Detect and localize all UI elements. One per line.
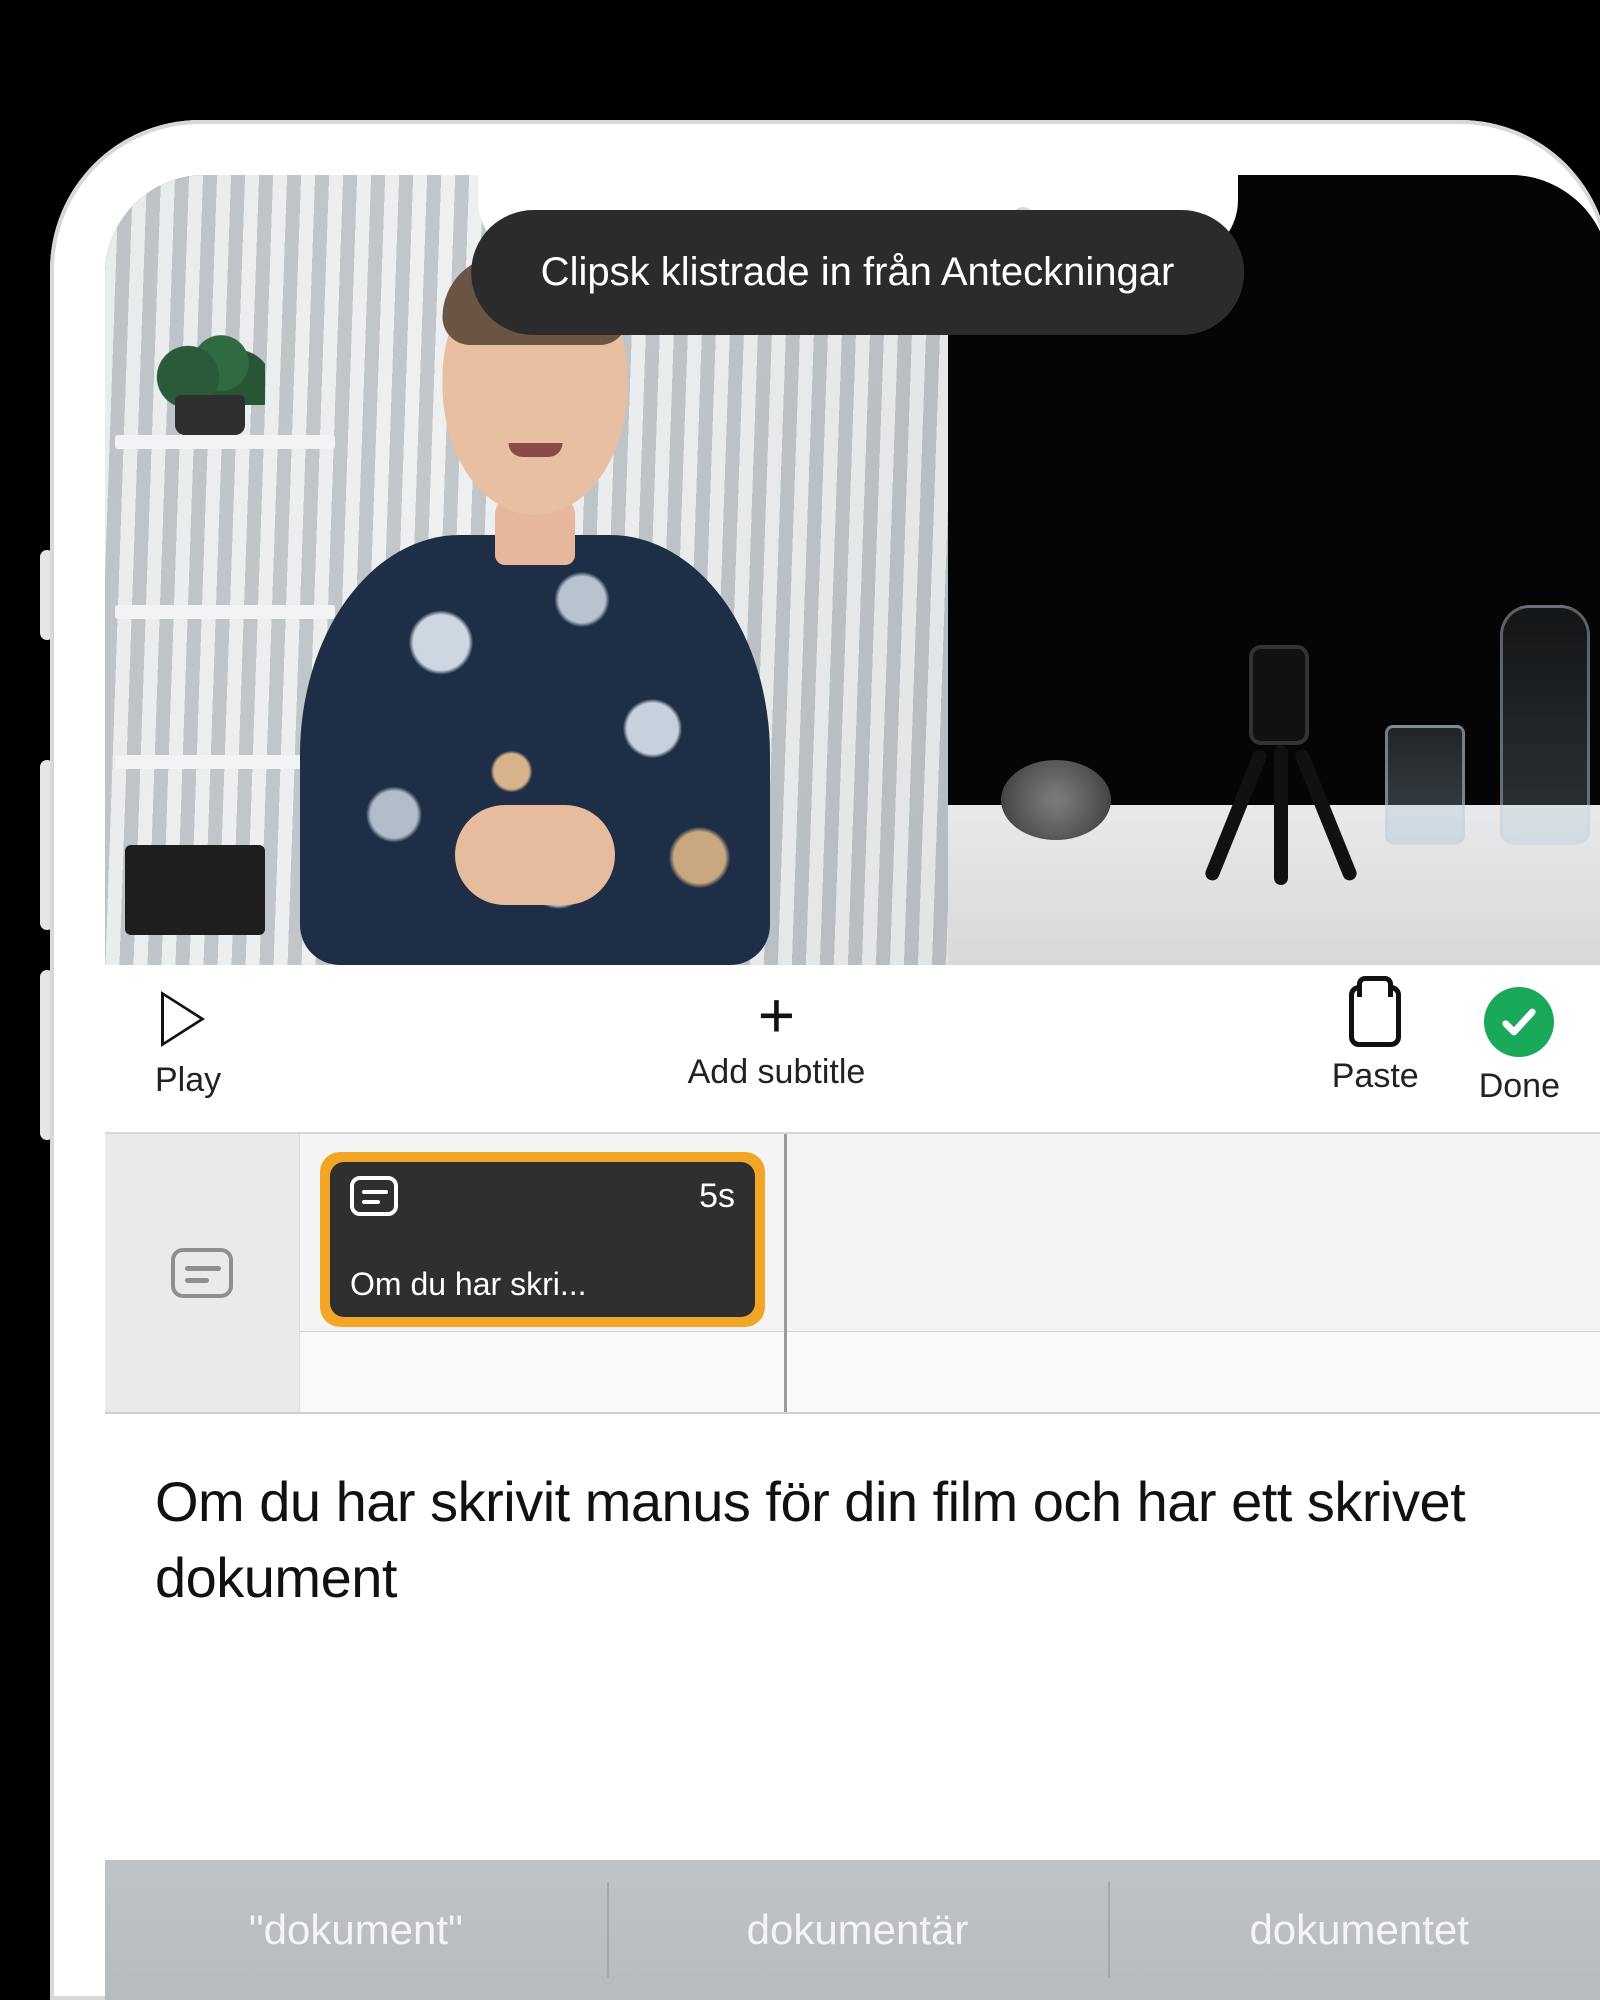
done-label: Done <box>1479 1067 1560 1106</box>
clip-duration: 5s <box>699 1177 735 1216</box>
keyboard-suggestion[interactable]: dokumentet <box>1108 1860 1600 2000</box>
checkmark-icon <box>1484 987 1554 1057</box>
prop-bottle <box>1500 605 1590 845</box>
subtitle-text-input[interactable]: Om du har skrivit manus för din film och… <box>105 1414 1600 1860</box>
paste-label: Paste <box>1332 1057 1419 1096</box>
subtitle-clip[interactable]: 5s Om du har skri... <box>320 1152 765 1327</box>
play-icon <box>161 991 205 1047</box>
video-presenter <box>295 285 775 965</box>
keyboard-suggestion-bar: "dokument" dokumentär dokumentet <box>105 1860 1600 2000</box>
phone-frame: Clipsk klistrade in från Anteckningar Pl… <box>50 120 1600 2000</box>
clipboard-icon <box>1349 985 1401 1047</box>
subtitle-icon <box>171 1248 233 1298</box>
clip-preview-text: Om du har skri... <box>350 1266 735 1303</box>
keyboard-suggestion[interactable]: dokumentär <box>607 1860 1109 2000</box>
keyboard-suggestion[interactable]: "dokument" <box>105 1860 607 2000</box>
subtitle-track[interactable]: 5s Om du har skri... <box>300 1134 1600 1412</box>
subtitle-icon <box>350 1176 398 1216</box>
prop-tripod <box>1199 645 1359 845</box>
video-preview[interactable]: Clipsk klistrade in från Anteckningar <box>105 175 1600 965</box>
done-button[interactable]: Done <box>1479 987 1560 1106</box>
add-subtitle-label: Add subtitle <box>688 1053 866 1092</box>
paste-button[interactable]: Paste <box>1332 987 1419 1096</box>
subtitle-timeline[interactable]: 5s Om du har skri... <box>105 1134 1600 1414</box>
plus-icon: + <box>758 987 795 1043</box>
subtitle-text: Om du har skrivit manus för din film och… <box>155 1470 1465 1609</box>
play-label: Play <box>155 1061 221 1100</box>
play-button[interactable]: Play <box>155 987 221 1100</box>
toolbar: Play + Add subtitle Paste Done <box>105 965 1600 1134</box>
toast-text: Clipsk klistrade in från Anteckningar <box>541 250 1175 294</box>
prop-microphone <box>1001 760 1111 840</box>
app-screen: Clipsk klistrade in från Anteckningar Pl… <box>105 175 1600 2000</box>
paste-toast: Clipsk klistrade in från Anteckningar <box>471 210 1245 335</box>
playhead[interactable] <box>784 1134 787 1412</box>
subtitle-track-gutter <box>105 1134 300 1412</box>
prop-glass <box>1385 725 1465 845</box>
add-subtitle-button[interactable]: + Add subtitle <box>688 987 866 1092</box>
